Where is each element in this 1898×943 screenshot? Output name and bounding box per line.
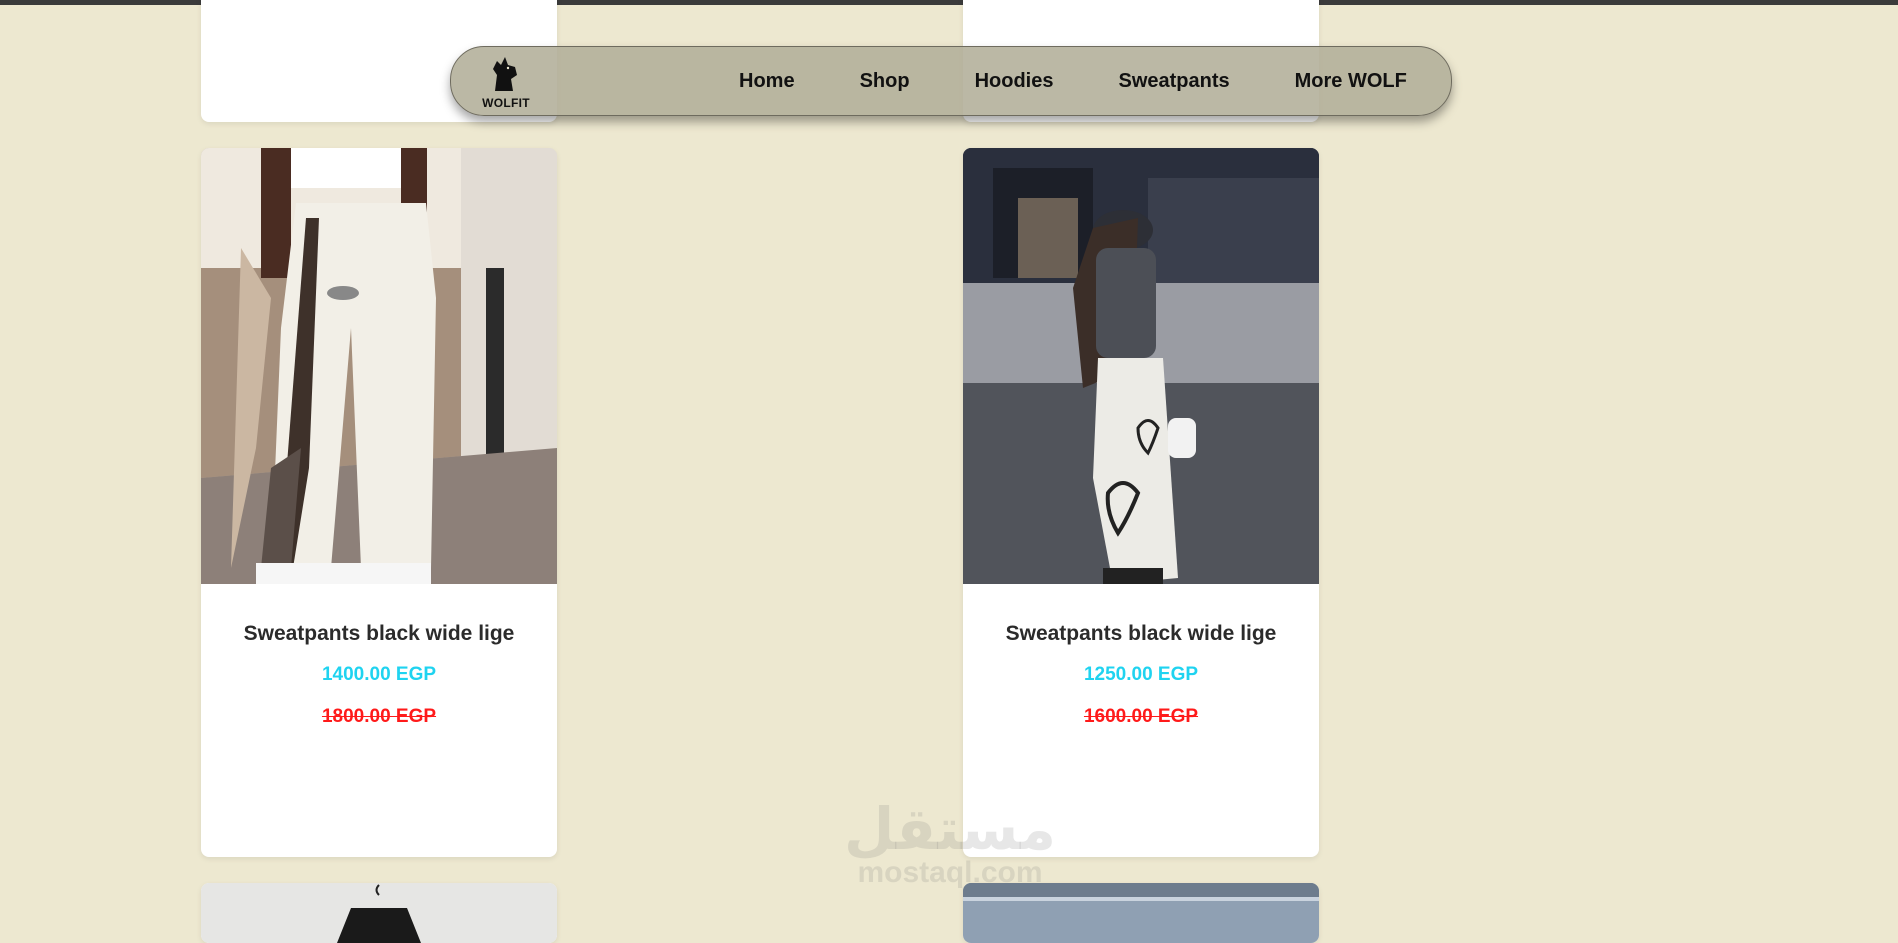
product-card-partial[interactable] [201, 883, 557, 943]
nav-sweatpants-link[interactable]: Sweatpants [1118, 70, 1229, 93]
nav-more-wolf-link[interactable]: More WOLF [1295, 70, 1407, 93]
wolfit-logo[interactable]: WOLFIT [481, 53, 531, 110]
product-image[interactable] [963, 148, 1319, 584]
product-card-partial[interactable] [963, 883, 1319, 943]
product-card[interactable]: Sweatpants black wide lige 1250.00 EGP 1… [963, 148, 1319, 857]
nav-home-link[interactable]: Home [739, 70, 795, 93]
product-old-price: 1600.00 EGP [1083, 706, 1199, 727]
product-old-price: 1800.00 EGP [321, 706, 437, 727]
nav-hoodies-link[interactable]: Hoodies [975, 70, 1054, 93]
nav-links: Home Shop Hoodies Sweatpants More WOLF [739, 47, 1407, 115]
logo-text: WOLFIT [482, 96, 530, 110]
product-image[interactable] [201, 148, 557, 584]
product-image[interactable] [201, 883, 557, 943]
product-price: 1400.00 EGP [321, 664, 437, 685]
product-card[interactable]: Sweatpants black wide lige 1400.00 EGP 1… [201, 148, 557, 857]
product-image[interactable] [963, 883, 1319, 943]
product-price: 1250.00 EGP [1083, 664, 1199, 685]
wolf-icon [493, 57, 517, 91]
main-navbar: WOLFIT Home Shop Hoodies Sweatpants More… [450, 46, 1452, 116]
nav-shop-link[interactable]: Shop [860, 70, 910, 93]
product-title[interactable]: Sweatpants black wide lige [963, 622, 1319, 646]
product-title[interactable]: Sweatpants black wide lige [201, 622, 557, 646]
